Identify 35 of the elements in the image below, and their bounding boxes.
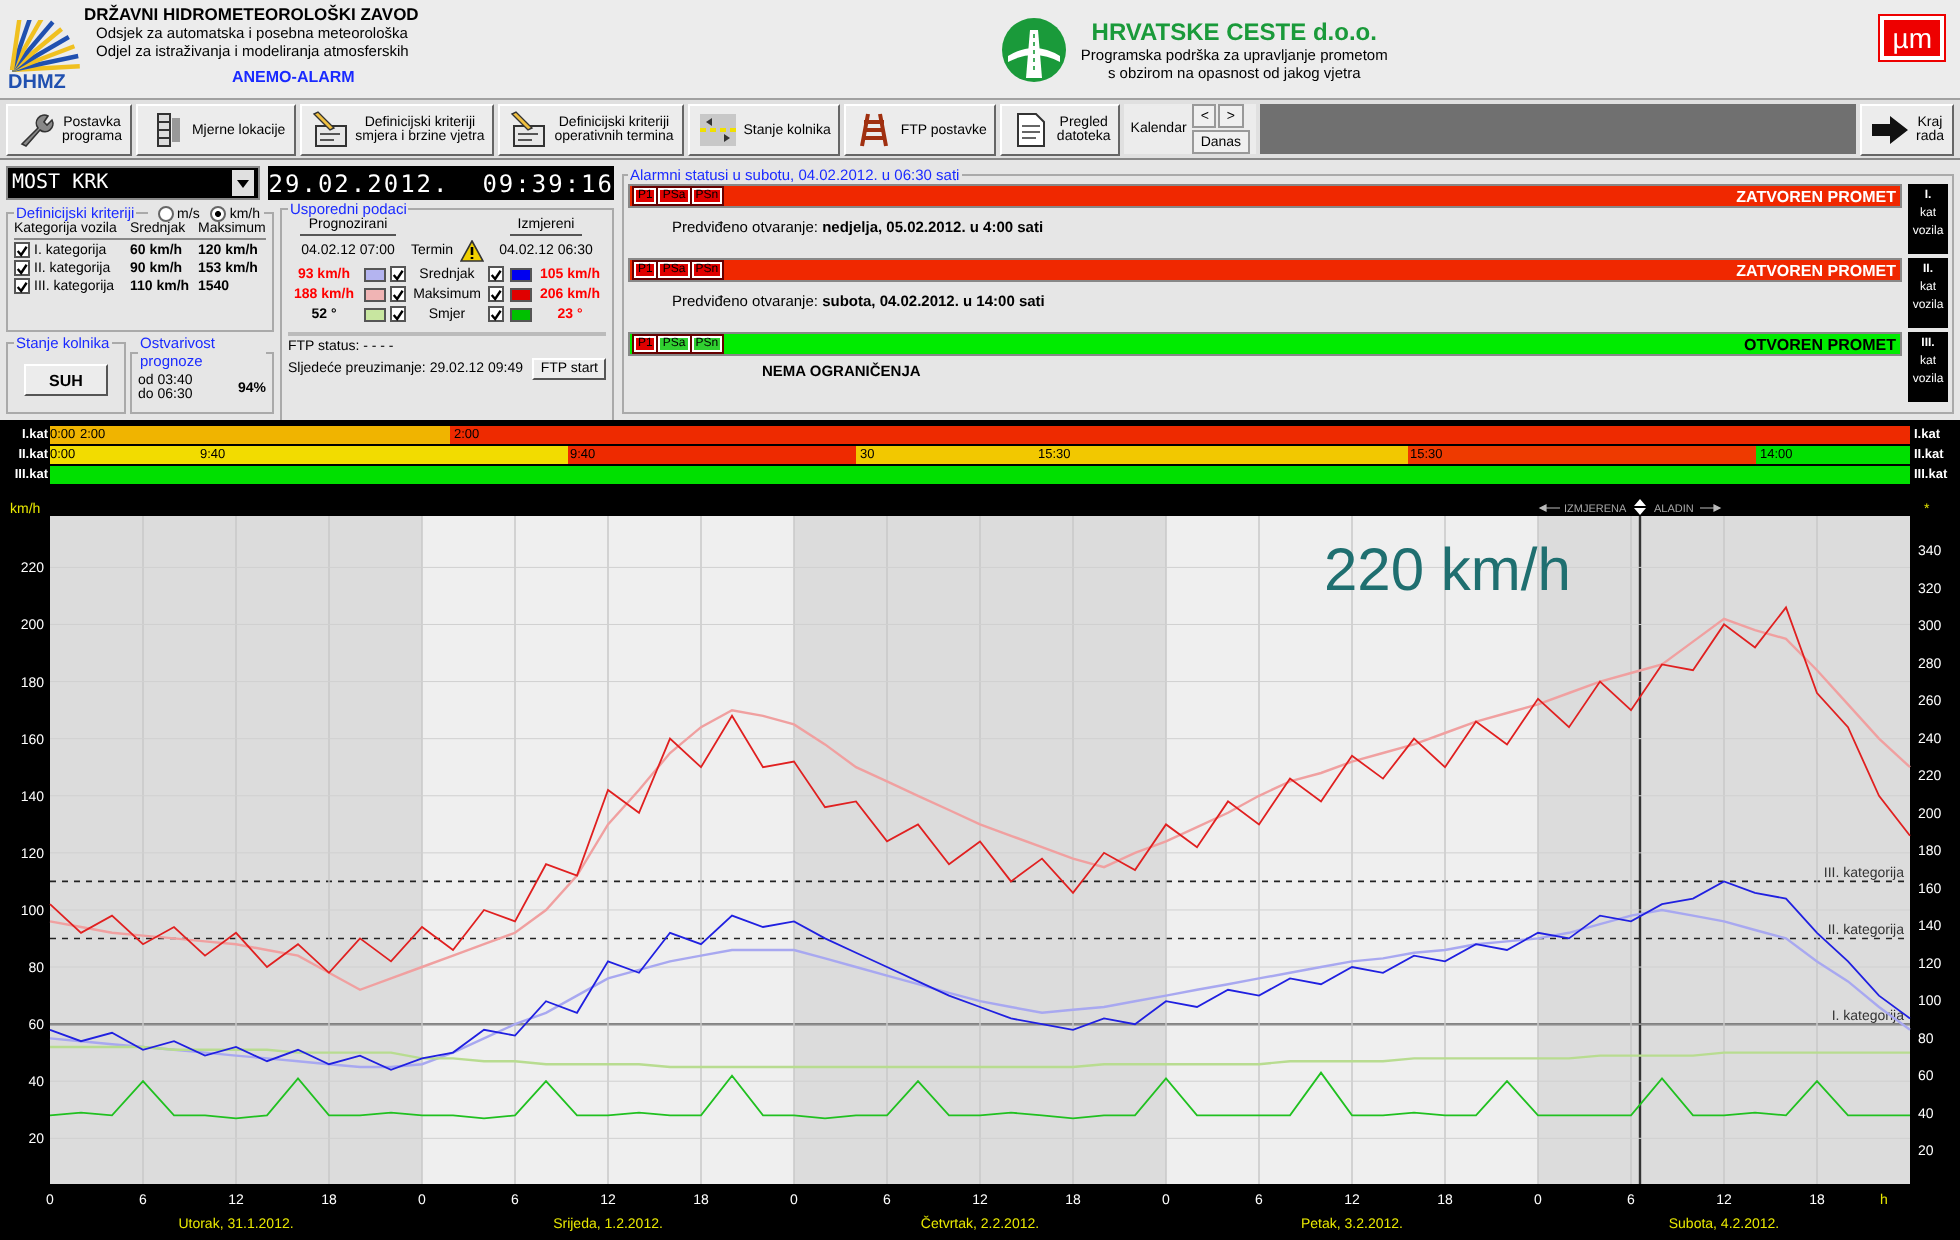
clock-display: 29.02.2012. 09:39:16 xyxy=(268,166,614,200)
station-dropdown[interactable]: MOST KRK xyxy=(6,166,261,200)
pencil-form-icon xyxy=(508,110,549,150)
company-name: HRVATSKE CESTE d.o.o. xyxy=(1091,17,1377,45)
checkbox[interactable] xyxy=(14,278,30,294)
checkbox[interactable] xyxy=(14,242,30,258)
status-text: ZATVOREN PROMET xyxy=(1736,261,1896,279)
checkbox[interactable] xyxy=(390,306,406,322)
speed-readout: 220 km/h xyxy=(1324,538,1571,604)
right-arrow-icon xyxy=(1699,504,1721,512)
status-text: OTVOREN PROMET xyxy=(1743,335,1896,353)
status-text: ZATVOREN PROMET xyxy=(1736,187,1896,205)
radio-button[interactable] xyxy=(157,206,174,222)
logo-text: DHMZ xyxy=(8,72,66,94)
checkbox[interactable] xyxy=(488,306,504,322)
road-state-button[interactable]: SUH xyxy=(24,364,108,396)
checkbox[interactable] xyxy=(488,266,504,282)
rays-logo xyxy=(8,20,80,72)
arrow-right-icon xyxy=(1869,114,1910,146)
app-name: ANEMO-ALARM xyxy=(232,68,357,86)
checkbox[interactable] xyxy=(14,260,30,276)
radio-button[interactable] xyxy=(209,206,226,222)
warning-icon xyxy=(459,240,483,262)
wrench-icon xyxy=(16,110,56,150)
checkbox[interactable] xyxy=(488,286,504,302)
road-icon xyxy=(697,110,738,150)
checkbox[interactable] xyxy=(390,266,406,282)
up-down-arrow-icon[interactable] xyxy=(1634,499,1646,515)
pencil-form-icon xyxy=(309,110,350,150)
org-title: DRŽAVNI HIDROMETEOROLOŠKI ZAVOD xyxy=(84,4,419,24)
checkbox[interactable] xyxy=(390,286,406,302)
road-logo xyxy=(1000,15,1069,83)
cursor-line[interactable] xyxy=(1638,516,1642,1184)
brand-logo: µm xyxy=(1880,16,1944,60)
left-arrow-icon xyxy=(1539,504,1561,512)
